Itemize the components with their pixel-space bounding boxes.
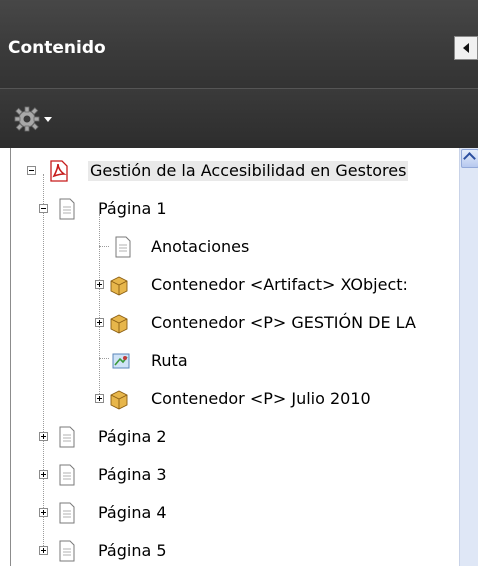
tree-item-label: Contenedor <P> GESTIÓN DE LA <box>151 313 416 332</box>
tree-item-page[interactable]: Página 2 <box>11 424 451 452</box>
container-icon <box>110 314 128 334</box>
tree-item-page[interactable]: Página 4 <box>11 500 451 528</box>
collapse-toggle-icon[interactable] <box>39 204 48 213</box>
tree-item-root[interactable]: Gestión de la Accesibilidad en Gestores <box>11 158 451 186</box>
options-menu-button[interactable] <box>14 106 54 132</box>
tree-item-page[interactable]: Página 1 <box>11 196 451 224</box>
pdf-icon <box>50 160 68 182</box>
tree-item-label: Anotaciones <box>151 237 250 256</box>
container-icon <box>110 276 128 296</box>
vertical-scrollbar[interactable] <box>459 148 478 566</box>
collapse-left-icon[interactable] <box>454 36 478 60</box>
expand-toggle-icon[interactable] <box>39 546 48 555</box>
tree-item-path[interactable]: Ruta <box>11 348 451 376</box>
collapse-toggle-icon[interactable] <box>27 166 36 175</box>
container-icon <box>110 390 128 410</box>
page-icon <box>115 236 131 258</box>
chevron-down-icon <box>44 117 52 122</box>
expand-toggle-icon[interactable] <box>95 394 104 403</box>
expand-toggle-icon[interactable] <box>95 318 104 327</box>
tree-item-page[interactable]: Página 5 <box>11 538 451 566</box>
tree-item-container[interactable]: Contenedor <P> GESTIÓN DE LA <box>11 310 451 338</box>
panel-header: Contenido <box>0 0 478 88</box>
gear-icon <box>14 106 40 132</box>
page-icon <box>59 464 75 486</box>
expand-toggle-icon[interactable] <box>39 470 48 479</box>
tree-item-label: Contenedor <P> Julio 2010 <box>151 389 371 408</box>
tree-item-label: Página 4 <box>98 503 167 522</box>
panel-title: Contenido <box>8 38 106 58</box>
tree-item-annotations[interactable]: Anotaciones <box>11 234 451 262</box>
tree-item-label: Página 1 <box>98 199 167 218</box>
page-icon <box>59 540 75 562</box>
page-icon <box>59 198 75 220</box>
tree-item-label: Ruta <box>151 351 188 370</box>
tree-item-label: Página 2 <box>98 427 167 446</box>
path-icon <box>112 353 130 369</box>
tree-item-label: Página 5 <box>98 541 167 560</box>
tree-item-label: Contenedor <Artifact> XObject: <box>151 275 408 294</box>
expand-toggle-icon[interactable] <box>39 508 48 517</box>
expand-toggle-icon[interactable] <box>39 432 48 441</box>
page-icon <box>59 502 75 524</box>
tree-item-label: Página 3 <box>98 465 167 484</box>
tree-item-page[interactable]: Página 3 <box>11 462 451 490</box>
content-tree[interactable]: Gestión de la Accesibilidad en Gestores … <box>10 148 478 566</box>
scroll-up-icon[interactable] <box>461 149 478 168</box>
expand-toggle-icon[interactable] <box>95 280 104 289</box>
panel-toolbar <box>0 88 478 148</box>
page-icon <box>59 426 75 448</box>
tree-item-container[interactable]: Contenedor <P> Julio 2010 <box>11 386 451 414</box>
tree-item-container[interactable]: Contenedor <Artifact> XObject: <box>11 272 451 300</box>
tree-item-label: Gestión de la Accesibilidad en Gestores <box>88 161 409 181</box>
